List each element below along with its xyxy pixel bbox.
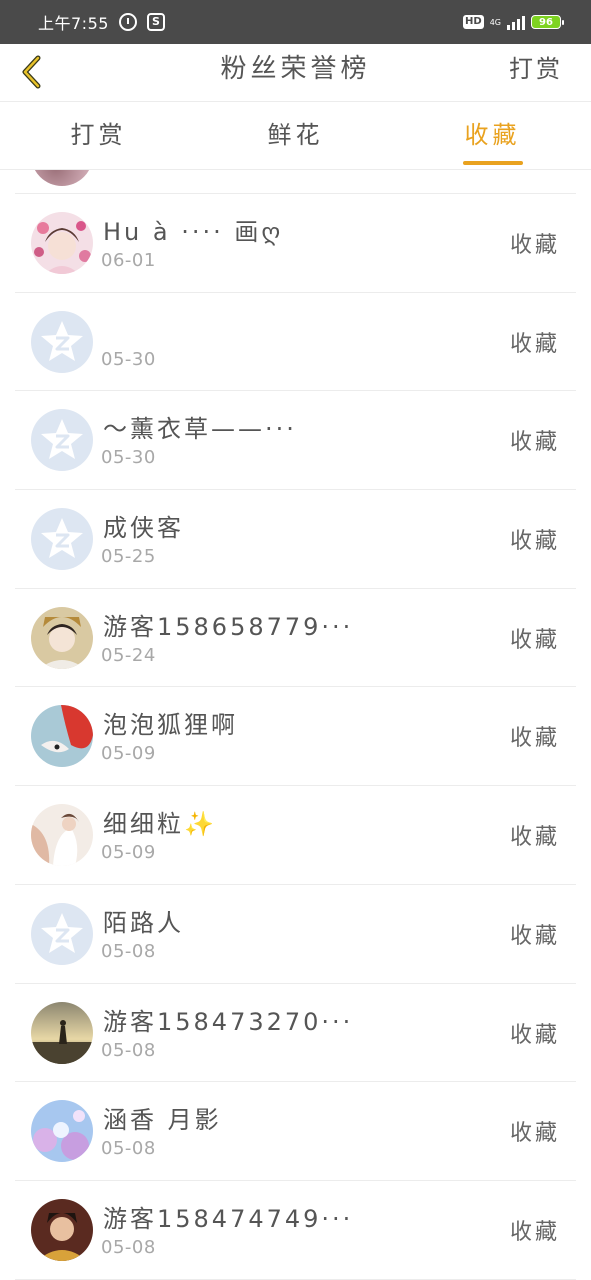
fan-date: 05-09 <box>101 842 156 864</box>
fan-list[interactable]: Hu à ···· 画ღ 06-01 收藏 05-30 收藏 ～薰衣草——···… <box>0 170 591 1280</box>
fan-name: Hu à ···· 画ღ <box>103 218 284 246</box>
list-item[interactable]: 陌路人 05-08 收藏 <box>15 885 576 984</box>
app-notification-icon: S <box>146 13 165 31</box>
fan-date: 05-30 <box>101 348 156 370</box>
avatar[interactable] <box>31 212 93 274</box>
list-item[interactable]: 涵香 月影 05-08 收藏 <box>15 1082 576 1181</box>
default-avatar-icon[interactable] <box>31 902 93 965</box>
action-label: 收藏 <box>509 430 560 456</box>
default-avatar-icon[interactable] <box>31 310 93 373</box>
action-label: 收藏 <box>509 1121 560 1147</box>
default-avatar-icon[interactable] <box>31 508 93 571</box>
fan-name: 细细粒✨ <box>103 810 217 839</box>
fan-name: 游客158658779··· <box>103 612 354 641</box>
reward-button[interactable]: 打赏 <box>509 44 563 94</box>
avatar[interactable] <box>31 705 93 768</box>
fan-date: 05-25 <box>101 546 156 568</box>
list-item[interactable]: 成侠客 05-25 收藏 <box>15 490 576 589</box>
avatar[interactable] <box>31 1198 93 1261</box>
list-item[interactable]: 泡泡狐狸啊 05-09 收藏 <box>15 687 576 787</box>
fan-name: 成侠客 <box>103 514 184 543</box>
action-label: 收藏 <box>509 529 560 555</box>
status-bar: 上午7:55 S HD 4G 96 <box>0 0 591 44</box>
fan-date: 06-01 <box>101 250 156 271</box>
avatar[interactable] <box>31 1001 93 1064</box>
tab-flowers[interactable]: 鲜花 <box>197 102 394 169</box>
action-label: 收藏 <box>509 923 560 949</box>
list-item[interactable]: 细细粒✨ 05-09 收藏 <box>15 786 576 885</box>
action-label: 收藏 <box>509 1022 560 1048</box>
action-label: 收藏 <box>509 825 560 851</box>
list-item <box>15 170 576 194</box>
fan-date: 05-09 <box>101 743 156 765</box>
fan-date: 05-08 <box>101 1236 156 1258</box>
tab-bar: 打赏 鲜花 收藏 <box>0 102 591 170</box>
page-title: 粉丝荣誉榜 <box>220 54 371 84</box>
fan-name: 游客158474749··· <box>103 1204 354 1233</box>
avatar[interactable] <box>31 1100 93 1163</box>
list-item[interactable]: 游客158658779··· 05-24 收藏 <box>15 589 576 688</box>
signal-icon <box>507 14 525 30</box>
fan-name: 游客158473270··· <box>103 1007 354 1036</box>
tab-reward[interactable]: 打赏 <box>0 102 197 169</box>
action-label: 收藏 <box>509 331 560 357</box>
fan-name: ～薰衣草——··· <box>103 415 297 444</box>
fan-date: 05-08 <box>101 1138 156 1160</box>
list-item[interactable]: Hu à ···· 画ღ 06-01 收藏 <box>15 194 576 293</box>
fan-name: 涵香 月影 <box>103 1106 222 1135</box>
list-item[interactable]: 05-30 收藏 <box>15 293 576 392</box>
avatar[interactable] <box>31 606 93 669</box>
fan-date: 05-24 <box>101 644 156 666</box>
tab-favorites[interactable]: 收藏 <box>394 102 591 169</box>
top-nav-bar: 粉丝荣誉榜 打赏 <box>0 44 591 102</box>
action-label: 收藏 <box>509 233 560 258</box>
network-type: 4G <box>489 17 501 27</box>
fan-date: 05-08 <box>101 940 156 962</box>
action-label: 收藏 <box>509 1219 560 1245</box>
hd-voice-icon: HD <box>463 15 484 29</box>
avatar <box>31 170 93 186</box>
alarm-icon <box>118 13 137 31</box>
action-label: 收藏 <box>509 627 560 653</box>
default-avatar-icon[interactable] <box>31 409 93 472</box>
fan-name: 泡泡狐狸啊 <box>103 711 238 740</box>
list-item[interactable]: 游客158473270··· 05-08 收藏 <box>15 984 576 1083</box>
fan-date: 05-08 <box>101 1039 156 1061</box>
avatar[interactable] <box>31 804 93 867</box>
fan-date: 05-30 <box>101 447 156 469</box>
list-item[interactable]: ～薰衣草——··· 05-30 收藏 <box>15 391 576 491</box>
status-time: 上午7:55 <box>38 14 109 33</box>
list-item[interactable]: 游客158474749··· 05-08 收藏 <box>15 1181 576 1280</box>
fan-name: 陌路人 <box>103 908 184 937</box>
action-label: 收藏 <box>509 726 560 752</box>
battery-icon: 96 <box>531 15 564 29</box>
